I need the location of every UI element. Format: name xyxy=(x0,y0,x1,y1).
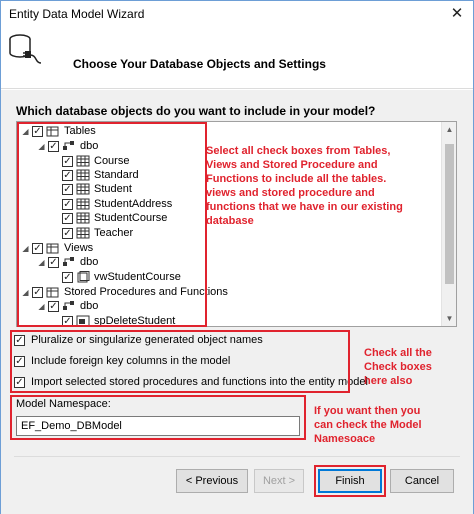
window-title: Entity Data Model Wizard xyxy=(9,7,145,21)
title-bar: Entity Data Model Wizard ✕ xyxy=(1,1,473,27)
finish-highlight-box xyxy=(314,465,386,497)
objects-question-label: Which database objects do you want to in… xyxy=(16,104,376,118)
annotation-line: views and stored procedure and xyxy=(206,187,375,199)
tree-highlight-box xyxy=(17,122,207,327)
database-connection-icon xyxy=(9,34,42,64)
annotation-line: Functions to include all the tables. xyxy=(206,173,387,185)
annotation-line: Namesoace xyxy=(314,433,376,445)
wizard-header: Choose Your Database Objects and Setting… xyxy=(1,27,473,89)
page-title: Choose Your Database Objects and Setting… xyxy=(73,57,326,71)
annotation-line: Check all the xyxy=(364,347,432,359)
annotation-line: Select all check boxes from Tables, xyxy=(206,145,391,157)
namespace-annotation-note: If you want then you can check the Model… xyxy=(314,404,454,446)
tree-scrollbar[interactable]: ▲ ▼ xyxy=(441,122,456,326)
options-highlight-box xyxy=(10,330,350,393)
close-icon[interactable]: ✕ xyxy=(445,3,469,23)
previous-button[interactable]: < Previous xyxy=(176,469,248,493)
annotation-line: here also xyxy=(364,375,413,387)
next-button[interactable]: Next > xyxy=(254,469,304,493)
namespace-highlight-box xyxy=(10,395,306,440)
footer-divider xyxy=(14,456,460,457)
annotation-line: can check the Model xyxy=(314,419,422,431)
annotation-line: Views and Stored Procedure and xyxy=(206,159,378,171)
scroll-thumb[interactable] xyxy=(445,144,454,284)
annotation-line: If you want then you xyxy=(314,405,421,417)
annotation-line: Check boxes xyxy=(364,361,432,373)
scroll-up-icon[interactable]: ▲ xyxy=(442,122,456,137)
cancel-button[interactable]: Cancel xyxy=(390,469,454,493)
annotation-line: database xyxy=(206,215,254,227)
scroll-down-icon[interactable]: ▼ xyxy=(442,311,456,326)
tree-annotation-note: Select all check boxes from Tables, View… xyxy=(206,144,406,228)
options-annotation-note: Check all the Check boxes here also xyxy=(364,346,464,388)
annotation-line: functions that we have in our existing xyxy=(206,201,403,213)
